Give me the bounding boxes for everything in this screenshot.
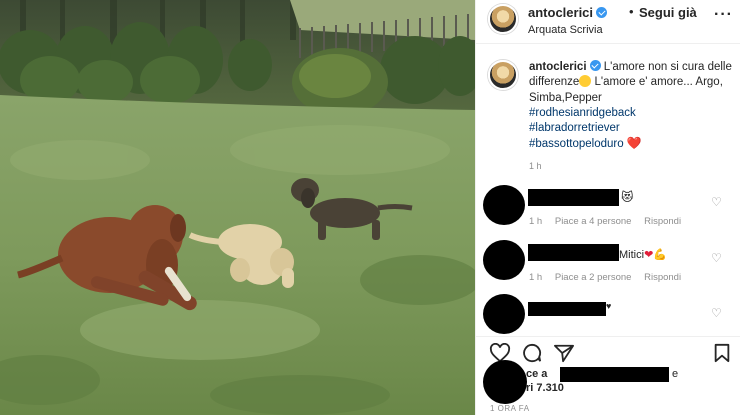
comment-like-heart-icon[interactable]: ♡ <box>711 306 722 320</box>
redacted-liker-name <box>560 367 669 382</box>
header-separator: • <box>629 4 634 19</box>
post-location[interactable]: Arquata Scrivia <box>528 24 603 36</box>
post-photo[interactable] <box>0 0 475 415</box>
hashtag-link[interactable]: #labradorretriever <box>529 121 734 136</box>
heart-eyes-emoji-icon: 😻 <box>621 190 634 204</box>
comment-time: 1 h <box>529 216 543 227</box>
reply-button[interactable]: Rispondi <box>644 272 681 283</box>
comment-item: Mitici❤💪 1 h Piace a 2 persone Rispondi … <box>476 238 740 294</box>
caption-verified-badge-icon <box>589 60 601 71</box>
smiling-face-emoji-icon <box>579 75 592 88</box>
comment-time: 1 h <box>529 272 543 283</box>
following-button[interactable]: Segui già <box>639 5 697 20</box>
reply-button[interactable]: Rispondi <box>644 216 681 227</box>
redacted-username <box>528 244 619 261</box>
post-header: antoclerici • Segui già Arquata Scrivia … <box>476 0 740 44</box>
caption-author-avatar[interactable] <box>488 60 518 90</box>
flexed-biceps-emoji-icon: 💪 <box>653 249 667 261</box>
comment-item: 😻 1 h Piace a 4 persone Rispondi ♡ <box>476 183 740 239</box>
hashtag-link-text[interactable]: #bassottopeloduro <box>529 138 624 150</box>
commenter-avatar-redacted[interactable] <box>483 185 525 225</box>
comment-meta: 1 h Piace a 2 persone Rispondi <box>529 272 691 283</box>
post-caption: antoclerici L'amore non si cura delle di… <box>476 44 740 171</box>
commenter-avatar-redacted[interactable] <box>483 294 525 334</box>
commenter-avatar-redacted[interactable] <box>483 240 525 280</box>
more-options-icon[interactable]: ··· <box>714 6 733 24</box>
caption-timestamp: 1 h <box>529 161 542 171</box>
comment-likes-count[interactable]: Piace a 4 persone <box>555 216 632 227</box>
likes-line-prefix[interactable]: ce a <box>526 368 547 380</box>
likes-line-suffix: e <box>672 368 679 380</box>
hashtag-link[interactable]: #bassottopeloduro <box>529 138 624 150</box>
dogs-in-garden-image <box>0 0 475 415</box>
caption-username[interactable]: antoclerici <box>529 61 587 73</box>
comment-text: Mitici❤💪 <box>619 248 667 261</box>
save-bookmark-icon[interactable] <box>713 343 731 368</box>
post-date[interactable]: 1 ORA FA <box>490 404 530 413</box>
verified-badge-icon <box>596 7 608 18</box>
hashtag-link[interactable]: #rodhesianridgeback <box>529 106 734 121</box>
redacted-username <box>528 302 606 316</box>
author-username-text[interactable]: antoclerici <box>528 5 593 20</box>
comment-icon[interactable] <box>521 343 543 368</box>
comment-likes-count[interactable]: Piace a 2 persone <box>555 272 632 283</box>
comment-like-heart-icon[interactable]: ♡ <box>711 251 722 265</box>
share-paper-plane-icon[interactable] <box>553 343 575 368</box>
red-heart-emoji-icon: ❤️ <box>626 136 642 151</box>
red-heart-emoji-icon: ❤ <box>644 249 654 261</box>
redacted-username <box>528 189 619 206</box>
comment-text-content: Mitici <box>619 249 645 261</box>
post-side-panel: antoclerici • Segui già Arquata Scrivia … <box>475 0 740 415</box>
comment-meta: 1 h Piace a 4 persone Rispondi <box>529 216 691 227</box>
likes-avatar-redacted <box>483 360 527 404</box>
likes-count[interactable]: ri 7.310 <box>526 382 564 394</box>
author-username[interactable]: antoclerici <box>528 5 608 20</box>
caption-text-block: antoclerici L'amore non si cura delle di… <box>529 60 734 153</box>
comment-like-heart-icon[interactable]: ♡ <box>711 195 722 209</box>
author-avatar[interactable] <box>488 4 518 34</box>
heart-emoji-icon: ♥ <box>606 301 612 311</box>
